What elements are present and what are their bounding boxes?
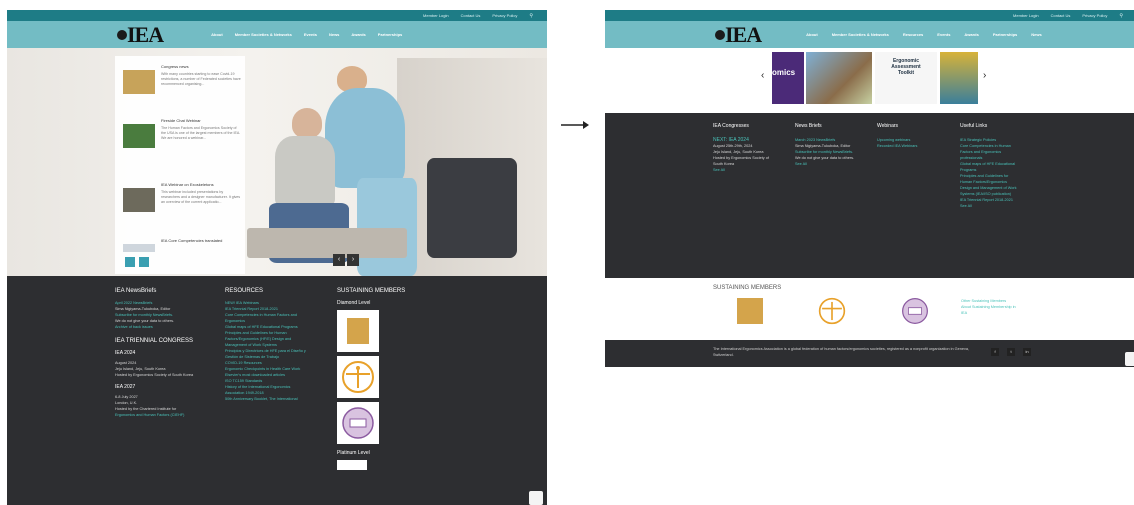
footer-col-newsbriefs: News Briefs March 2023 NewsBriefs Sima N… [795,123,875,167]
archive-link[interactable]: Archive of back issues [115,324,220,330]
sustaining-members: SUSTAINING MEMBERS Other Sustaining Memb… [605,278,1134,340]
transition-arrow-icon [561,121,589,129]
facebook-icon[interactable]: f [991,348,999,356]
news-item[interactable]: Congress news With many countries starti… [123,64,241,104]
contact-us-link[interactable]: Contact Us [461,13,481,18]
menu-awards[interactable]: Awards [964,32,978,37]
menu-news[interactable]: News [329,32,339,37]
vitruvian-logo[interactable] [818,297,846,325]
search-icon[interactable]: ⚲ [1119,13,1123,19]
carousel-slide[interactable] [806,52,872,104]
recaptcha-badge[interactable] [1125,352,1134,366]
footer-col-webinars: Webinars Upcoming webinars Recorded IEA … [877,123,918,148]
recaptcha-badge[interactable] [529,491,543,505]
wheelchair [427,158,517,258]
carousel-prev-arrow[interactable]: ‹ [761,70,764,81]
member-login-link[interactable]: Member Login [423,13,449,18]
carousel-slide[interactable] [940,52,978,104]
search-icon[interactable]: ⚲ [529,13,533,19]
utility-nav: Member Login Contact Us Privacy Policy ⚲ [7,10,547,21]
triennial-heading: IEA TRIENNIAL CONGRESS [115,338,194,344]
twitter-icon[interactable]: t [1007,348,1015,356]
menu-partnerships[interactable]: Partnerships [378,32,402,37]
resources-heading: RESOURCES [225,288,264,294]
new-homepage-screenshot: Member Login Contact Us Privacy Policy ⚲… [605,10,1134,367]
elsevier-logo[interactable] [737,298,763,324]
footer: IEA Congresses NEXT: IEA 2024 August 25t… [605,113,1134,278]
footer-col-resources: RESOURCES NEW! IEA Webinars IEA Triennia… [225,288,330,402]
footer-col-congresses: IEA Congresses NEXT: IEA 2024 August 25t… [713,123,793,173]
contact-us-link[interactable]: Contact Us [1051,13,1071,18]
newsbriefs-see-all[interactable]: See All [795,161,875,167]
menu-awards[interactable]: Awards [351,32,365,37]
carousel-slide[interactable]: omics [772,52,804,104]
menu-about[interactable]: About [806,32,818,37]
news-item[interactable]: Fireside Chat Webinar The Human Factors … [123,118,241,158]
menu-events[interactable]: Events [937,32,950,37]
menu-events[interactable]: Events [304,32,317,37]
news-item[interactable]: IEA Webinar on Exoskeletons This webinar… [123,182,241,222]
old-homepage-screenshot: Member Login Contact Us Privacy Policy ⚲… [7,10,547,505]
menu-resources[interactable]: Resources [903,32,923,37]
privacy-policy-link[interactable]: Privacy Policy [492,13,517,18]
heb-logo[interactable] [901,297,929,325]
panel-next-button[interactable] [139,257,149,267]
resource-carousel: ‹ omics Ergonomic Assessment Toolkit › [605,48,1134,113]
menu-about[interactable]: About [211,32,223,37]
elsevier-logo[interactable] [337,310,379,352]
footer-col-useful-links: Useful Links IEA Strategic Policies Core… [960,123,1040,209]
hero-image: ‹ › Congress news With many countries st… [7,48,547,276]
copyright-bar: The International Ergonomics Association… [605,340,1134,367]
congresses-see-all[interactable]: See All [713,167,793,173]
hero-prev-arrow[interactable]: ‹ [333,254,345,266]
copyright-text: The International Ergonomics Association… [713,347,970,357]
patient-figure [292,108,322,138]
member-login-link[interactable]: Member Login [1013,13,1039,18]
footer-col-sustaining: SUSTAINING MEMBERS Diamond Level Platinu… [337,288,437,470]
carousel-slide[interactable]: Ergonomic Assessment Toolkit [875,52,937,104]
useful-see-all[interactable]: See All [960,203,1040,209]
menu-member-societies[interactable]: Member Societies & Networks [235,32,292,37]
main-nav: IEA About Member Societies & Networks Re… [605,21,1134,48]
iea-logo[interactable]: IEA [713,23,762,46]
menu-news[interactable]: News [1031,32,1041,37]
carousel-next-arrow[interactable]: › [983,70,986,81]
menu-partnerships[interactable]: Partnerships [993,32,1017,37]
sustaining-heading: SUSTAINING MEMBERS [337,288,406,294]
footer-col-newsbriefs: IEA NewsBriefs April 2022 NewsBriefs Sim… [115,288,220,418]
main-nav: IEA About Member Societies & Networks Ev… [7,21,547,48]
vitruvian-logo[interactable] [337,356,379,398]
privacy-policy-link[interactable]: Privacy Policy [1082,13,1107,18]
iea-logo[interactable]: IEA [115,23,164,46]
utility-nav: Member Login Contact Us Privacy Policy ⚲ [605,10,1134,21]
linkedin-icon[interactable]: in [1023,348,1031,356]
footer: IEA NewsBriefs April 2022 NewsBriefs Sim… [7,276,547,505]
heb-logo[interactable] [337,402,379,444]
newsbriefs-heading: IEA NewsBriefs [115,288,157,294]
news-panel: Congress news With many countries starti… [115,56,245,274]
hero-next-arrow[interactable]: › [347,254,359,266]
menu-member-societies[interactable]: Member Societies & Networks [832,32,889,37]
panel-prev-button[interactable] [125,257,135,267]
